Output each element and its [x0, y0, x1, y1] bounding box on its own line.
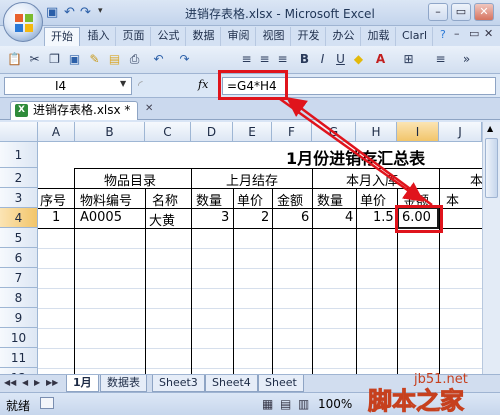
watermark-site: jb51.net — [414, 372, 468, 387]
arrow-annotation — [279, 97, 433, 207]
arrow-to-cell — [279, 97, 425, 202]
watermark-name: 脚本之家 — [368, 387, 465, 415]
watermark-logo: jb51.net 脚本之家 — [368, 372, 468, 415]
arrow-to-formula — [285, 97, 433, 207]
